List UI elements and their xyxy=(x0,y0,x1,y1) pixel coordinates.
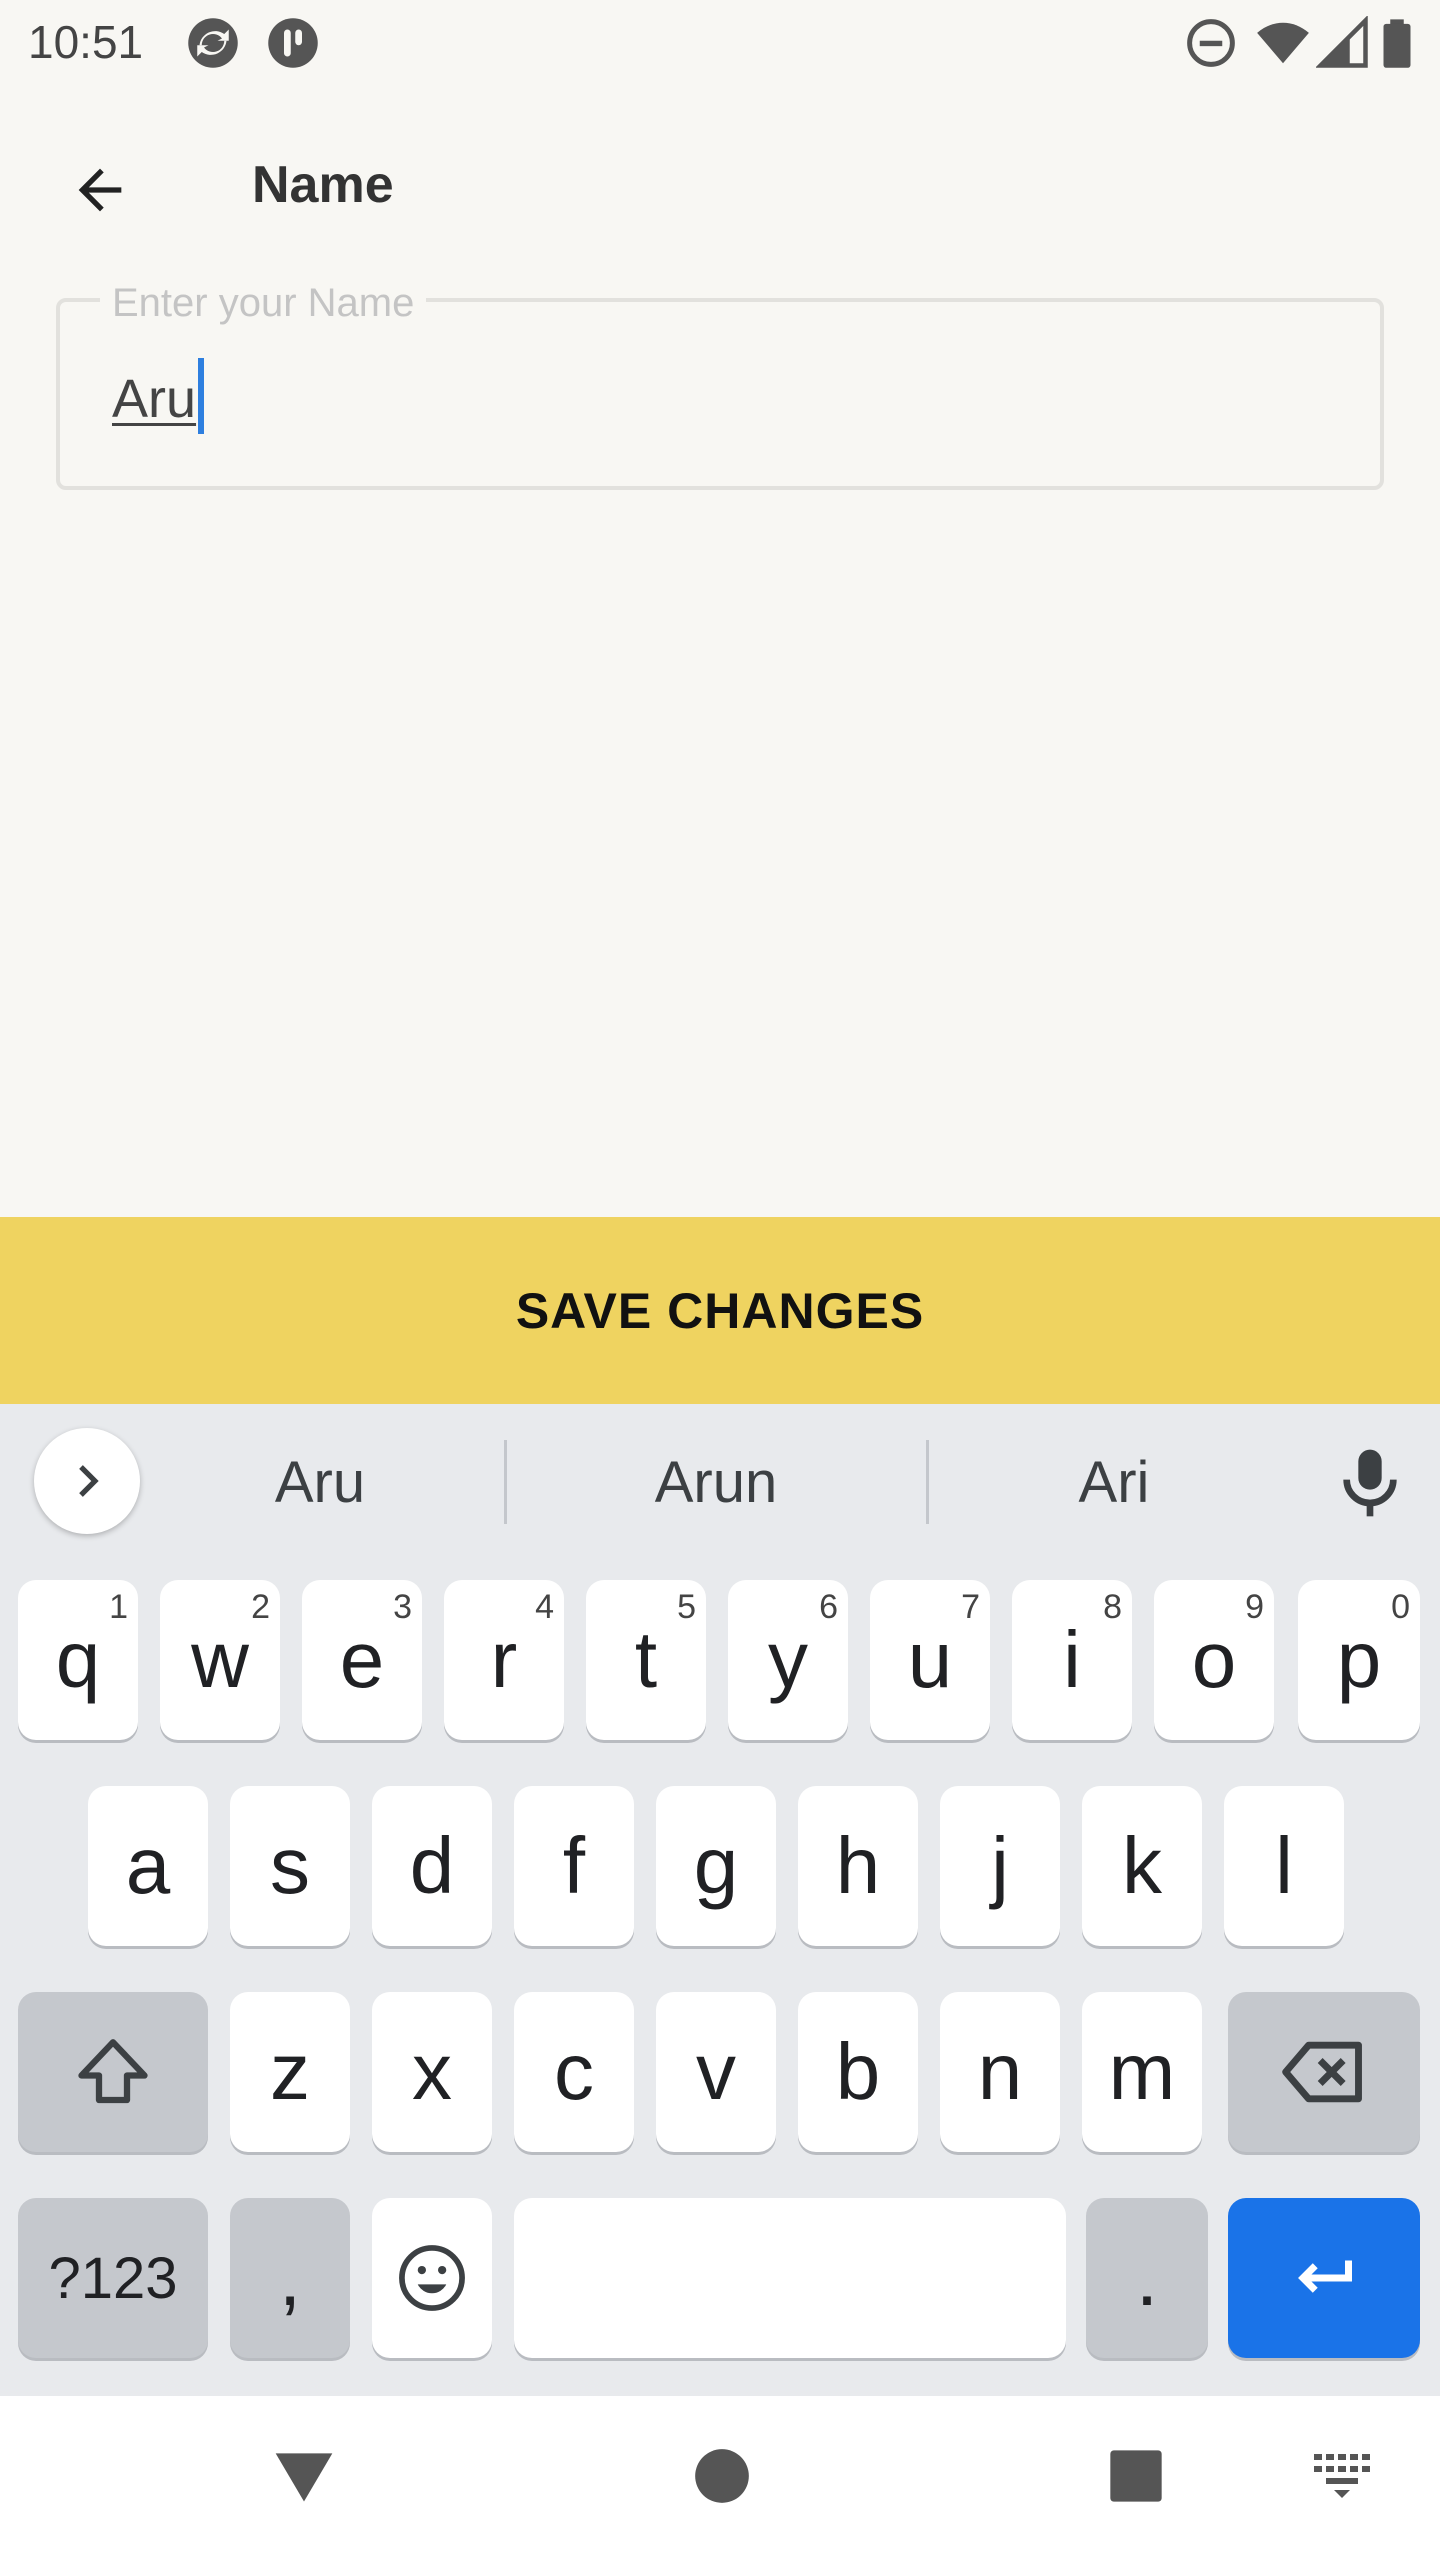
key-y[interactable]: y6 xyxy=(728,1580,848,1740)
key-n[interactable]: n xyxy=(940,1992,1060,2152)
wifi-icon xyxy=(1257,22,1309,64)
key-p[interactable]: p0 xyxy=(1298,1580,1420,1740)
key-o[interactable]: o9 xyxy=(1154,1580,1274,1740)
name-input-label: Enter your Name xyxy=(100,278,427,328)
comma-key[interactable]: , xyxy=(230,2198,350,2358)
shift-arrow-icon xyxy=(78,2039,148,2104)
shift-key[interactable] xyxy=(18,1992,208,2152)
key-h[interactable]: h xyxy=(798,1786,918,1946)
keyboard-expand-button[interactable] xyxy=(34,1428,140,1534)
key-hint: 2 xyxy=(251,1588,270,1626)
enter-key[interactable] xyxy=(1228,2198,1420,2358)
key-m[interactable]: m xyxy=(1082,1992,1202,2152)
sync-app-icon xyxy=(188,18,238,68)
chevron-right-icon xyxy=(79,1465,99,1497)
key-hint: 4 xyxy=(535,1588,554,1626)
back-triangle-icon[interactable] xyxy=(270,2442,338,2510)
period-key[interactable]: . xyxy=(1086,2198,1208,2358)
key-a[interactable]: a xyxy=(88,1786,208,1946)
key-hint: 5 xyxy=(677,1588,696,1626)
pocket-app-icon xyxy=(268,18,318,68)
backspace-key[interactable] xyxy=(1228,1992,1420,2152)
key-f[interactable]: f xyxy=(514,1786,634,1946)
keyboard-switch-icon[interactable] xyxy=(1312,2450,1372,2502)
key-hint: 8 xyxy=(1103,1588,1122,1626)
dnd-icon xyxy=(1187,19,1235,67)
name-input-value[interactable]: Aru xyxy=(112,364,196,434)
home-circle-icon[interactable] xyxy=(694,2448,750,2504)
key-b[interactable]: b xyxy=(798,1992,918,2152)
key-u[interactable]: u7 xyxy=(870,1580,990,1740)
space-bar[interactable] xyxy=(514,2198,1066,2358)
key-i[interactable]: i8 xyxy=(1012,1580,1132,1740)
backspace-icon xyxy=(1282,2041,1362,2103)
key-w[interactable]: w2 xyxy=(160,1580,280,1740)
suggestion-1[interactable]: Aru xyxy=(170,1438,470,1528)
key-d[interactable]: d xyxy=(372,1786,492,1946)
key-g[interactable]: g xyxy=(656,1786,776,1946)
key-e[interactable]: e3 xyxy=(302,1580,422,1740)
key-c[interactable]: c xyxy=(514,1992,634,2152)
key-z[interactable]: z xyxy=(230,1992,350,2152)
status-time: 10:51 xyxy=(28,16,144,68)
emoji-icon xyxy=(399,2245,465,2311)
key-v[interactable]: v xyxy=(656,1992,776,2152)
enter-arrow-icon xyxy=(1298,2260,1352,2293)
key-hint: 0 xyxy=(1391,1588,1410,1626)
key-t[interactable]: t5 xyxy=(586,1580,706,1740)
key-hint: 1 xyxy=(109,1588,128,1626)
signal-icon xyxy=(1316,16,1368,68)
key-k[interactable]: k xyxy=(1082,1786,1202,1946)
key-r[interactable]: r4 xyxy=(444,1580,564,1740)
key-hint: 9 xyxy=(1245,1588,1264,1626)
suggestion-divider xyxy=(504,1440,507,1524)
battery-icon xyxy=(1383,19,1411,68)
microphone-icon[interactable] xyxy=(1330,1440,1410,1526)
suggestion-divider xyxy=(926,1440,929,1524)
key-s[interactable]: s xyxy=(230,1786,350,1946)
key-hint: 3 xyxy=(393,1588,412,1626)
page-title: Name xyxy=(252,156,394,214)
key-hint: 6 xyxy=(819,1588,838,1626)
key-q[interactable]: q1 xyxy=(18,1580,138,1740)
suggestion-2[interactable]: Arun xyxy=(566,1438,866,1528)
arrow-back-icon xyxy=(78,168,122,212)
text-cursor xyxy=(198,358,204,434)
key-x[interactable]: x xyxy=(372,1992,492,2152)
recents-square-icon[interactable] xyxy=(1108,2448,1164,2504)
symbols-key[interactable]: ?123 xyxy=(18,2198,208,2358)
key-hint: 7 xyxy=(961,1588,980,1626)
save-changes-button[interactable]: SAVE CHANGES xyxy=(0,1217,1440,1404)
suggestion-3[interactable]: Ari xyxy=(964,1438,1264,1528)
back-button[interactable] xyxy=(50,140,150,240)
key-j[interactable]: j xyxy=(940,1786,1060,1946)
key-l[interactable]: l xyxy=(1224,1786,1344,1946)
emoji-key[interactable] xyxy=(372,2198,492,2358)
